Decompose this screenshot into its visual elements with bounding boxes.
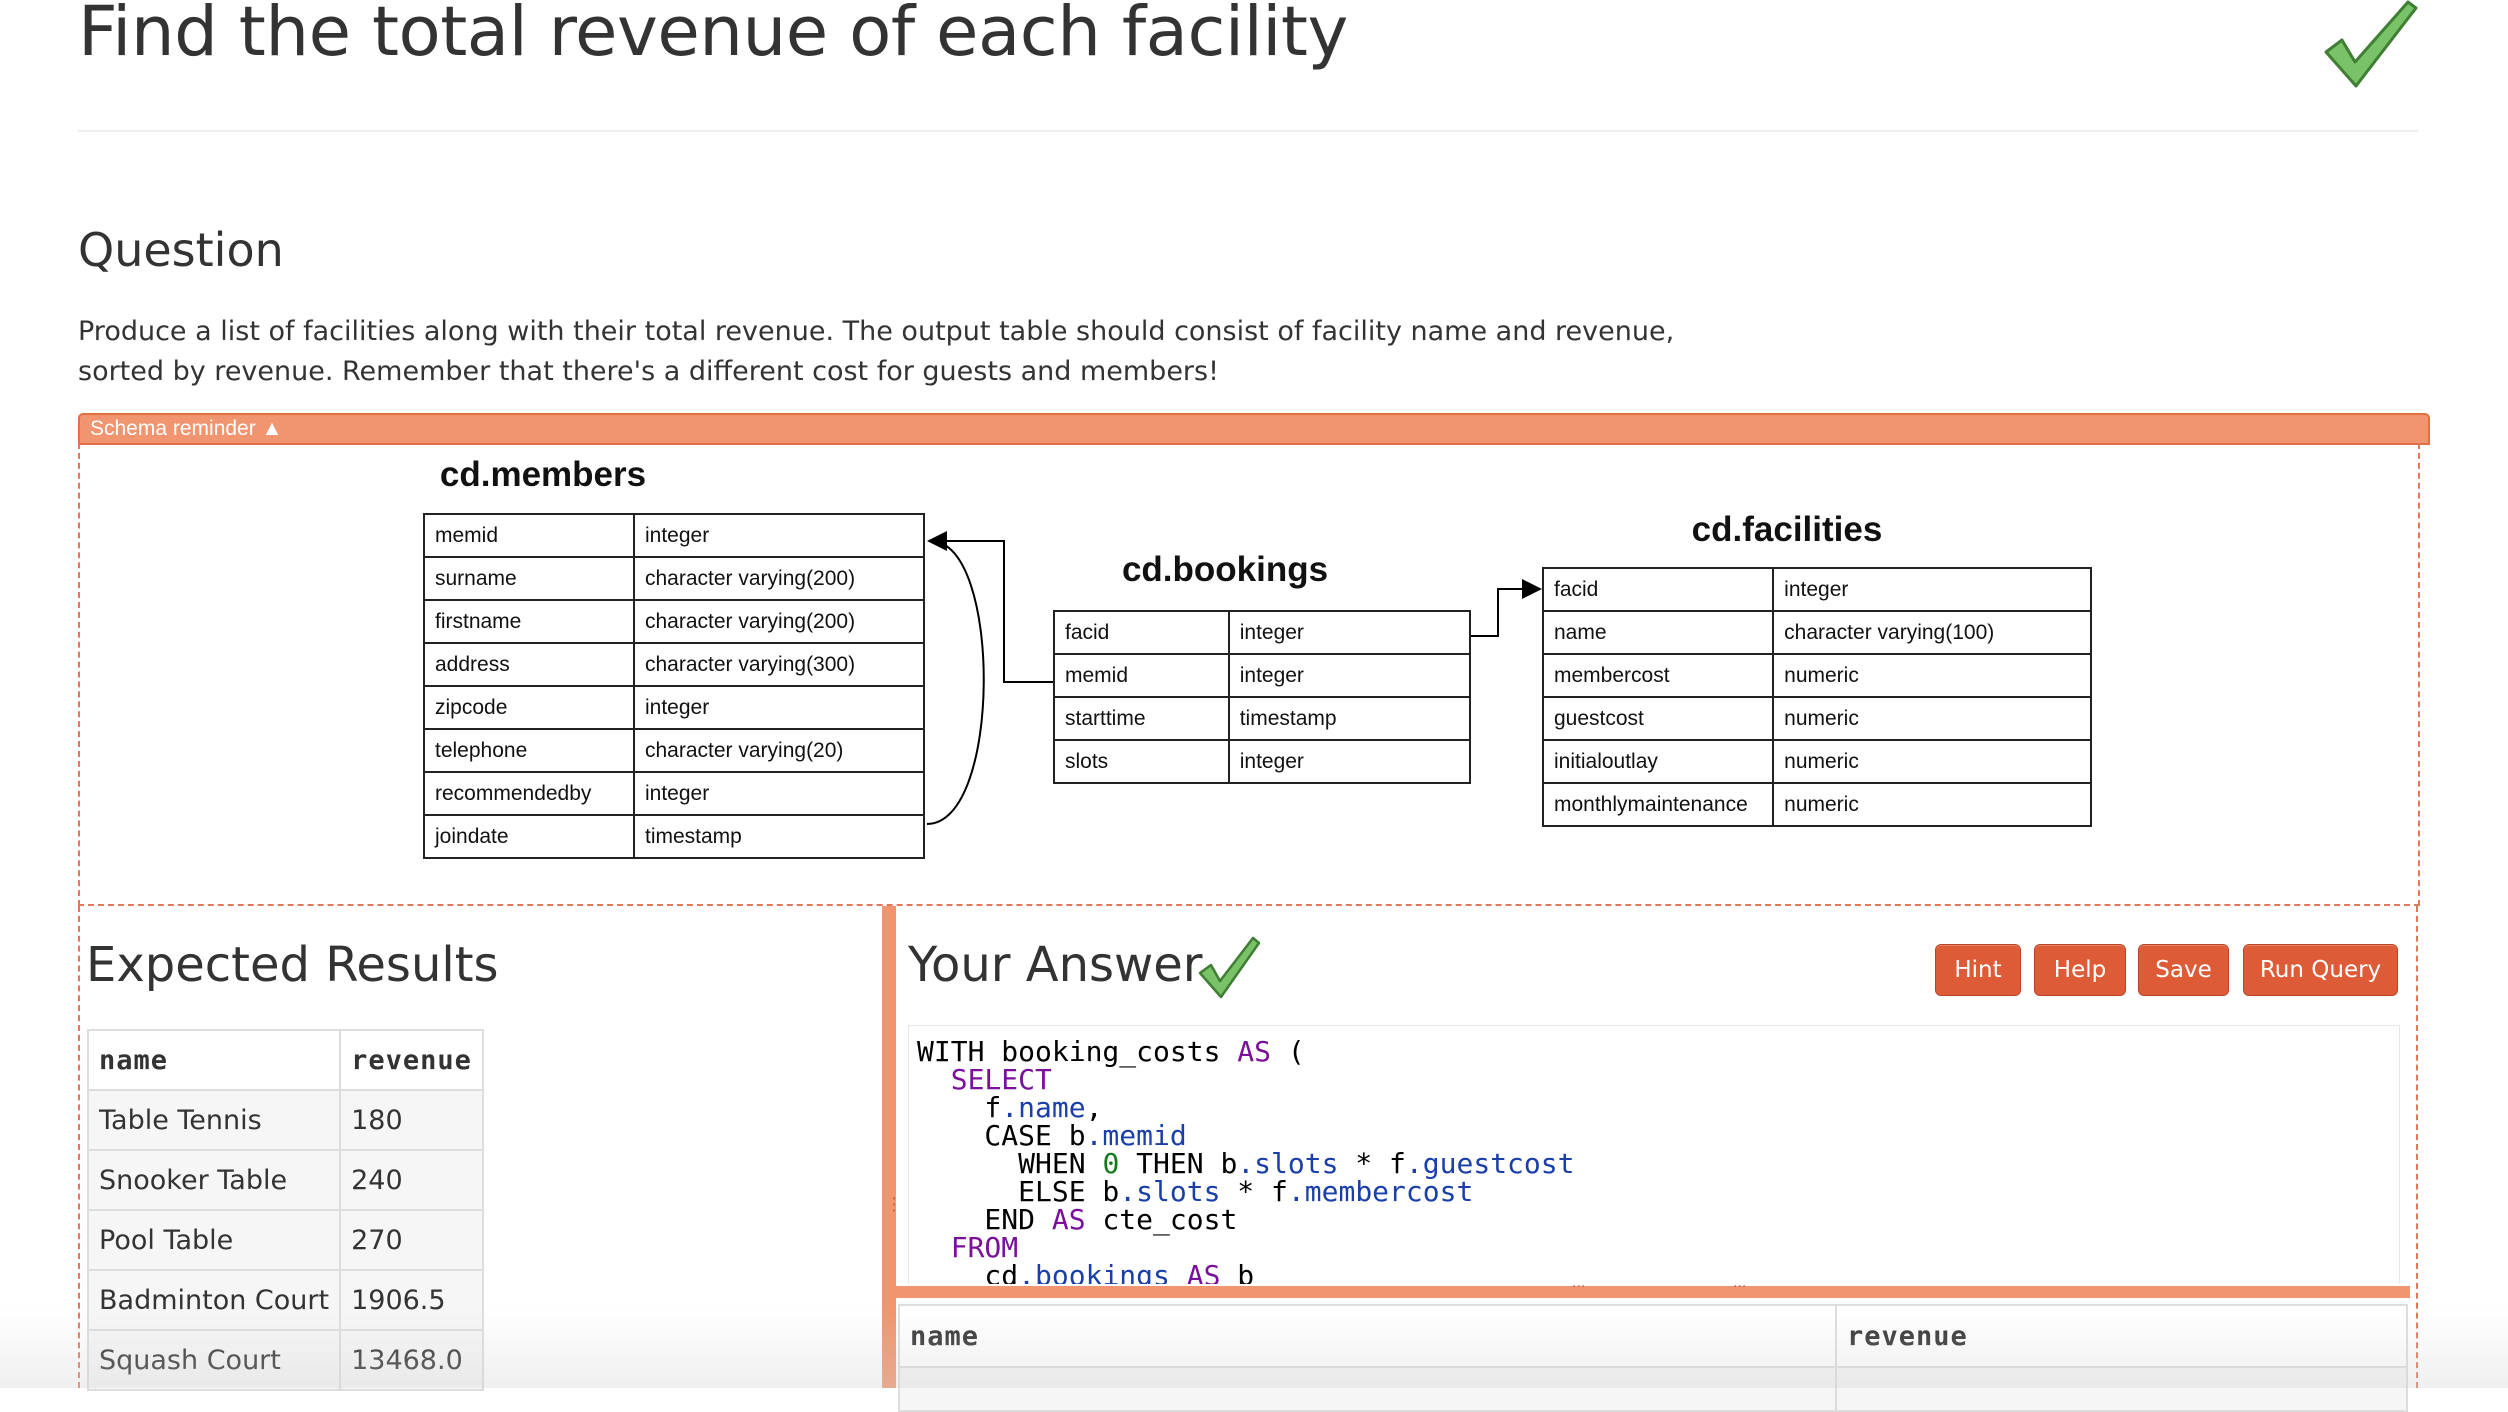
expected-results-table: name revenue Table Tennis 180 Snooker Ta… [86, 1029, 484, 1391]
cell-name: Squash Court [86, 1329, 342, 1391]
vertical-splitter[interactable] [882, 906, 896, 1388]
question-text: Produce a list of facilities along with … [78, 316, 1675, 387]
cell-name: Badminton Court [86, 1269, 342, 1331]
sql-code[interactable]: WITH booking_costs AS ( SELECT f.name, C… [909, 1026, 2399, 1285]
question-heading: Question [78, 223, 284, 277]
your-answer-heading: Your Answer [908, 937, 1203, 993]
column-header-revenue: revenue [1835, 1304, 2408, 1368]
page-title: Find the total revenue of each facility [78, 0, 1348, 72]
table-row: Pool Table 270 [86, 1209, 484, 1271]
run-query-button[interactable]: Run Query [2243, 944, 2398, 996]
column-header-name: name [86, 1029, 342, 1091]
cell-revenue: 13468.0 [339, 1329, 484, 1391]
cell-name: Snooker Table [86, 1149, 342, 1211]
cell-revenue: 270 [339, 1209, 484, 1271]
splitter-grip-icon[interactable]: ··· [1733, 1280, 1763, 1294]
expected-results-heading: Expected Results [86, 937, 499, 993]
checkmark-icon [2324, 0, 2418, 88]
column-header-name: name [898, 1304, 1837, 1368]
relationship-arrows [926, 531, 1542, 825]
table-row: Table Tennis 180 [86, 1089, 484, 1151]
schema-reminder-toggle[interactable]: Schema reminder ▲ [78, 413, 2430, 445]
splitter-grip-icon[interactable]: ··· [1572, 1280, 1602, 1294]
table-row: Snooker Table 240 [86, 1149, 484, 1211]
hint-button[interactable]: Hint [1935, 944, 2021, 996]
table-row: Squash Court 13468.0 [86, 1329, 484, 1391]
table-row: Badminton Court 1906.5 [86, 1269, 484, 1331]
header-divider [78, 130, 2418, 132]
cell-revenue: 240 [339, 1149, 484, 1211]
splitter-grip-icon[interactable]: ⋮ [885, 1196, 903, 1230]
query-results-table: name revenue [898, 1304, 2408, 1412]
help-button[interactable]: Help [2034, 944, 2126, 996]
cell-revenue: 1906.5 [339, 1269, 484, 1331]
horizontal-splitter[interactable] [896, 1286, 2410, 1298]
save-button[interactable]: Save [2138, 944, 2229, 996]
cell-revenue: 180 [339, 1089, 484, 1151]
schema-diagram: cd.members memid integer surname character … [78, 443, 2420, 906]
checkmark-icon [1198, 936, 1261, 999]
sql-editor[interactable]: WITH booking_costs AS ( SELECT f.name, C… [908, 1025, 2400, 1284]
table-row [898, 1366, 2408, 1412]
cell-name: Table Tennis [86, 1089, 342, 1151]
cell-name: Pool Table [86, 1209, 342, 1271]
column-header-revenue: revenue [339, 1029, 484, 1091]
